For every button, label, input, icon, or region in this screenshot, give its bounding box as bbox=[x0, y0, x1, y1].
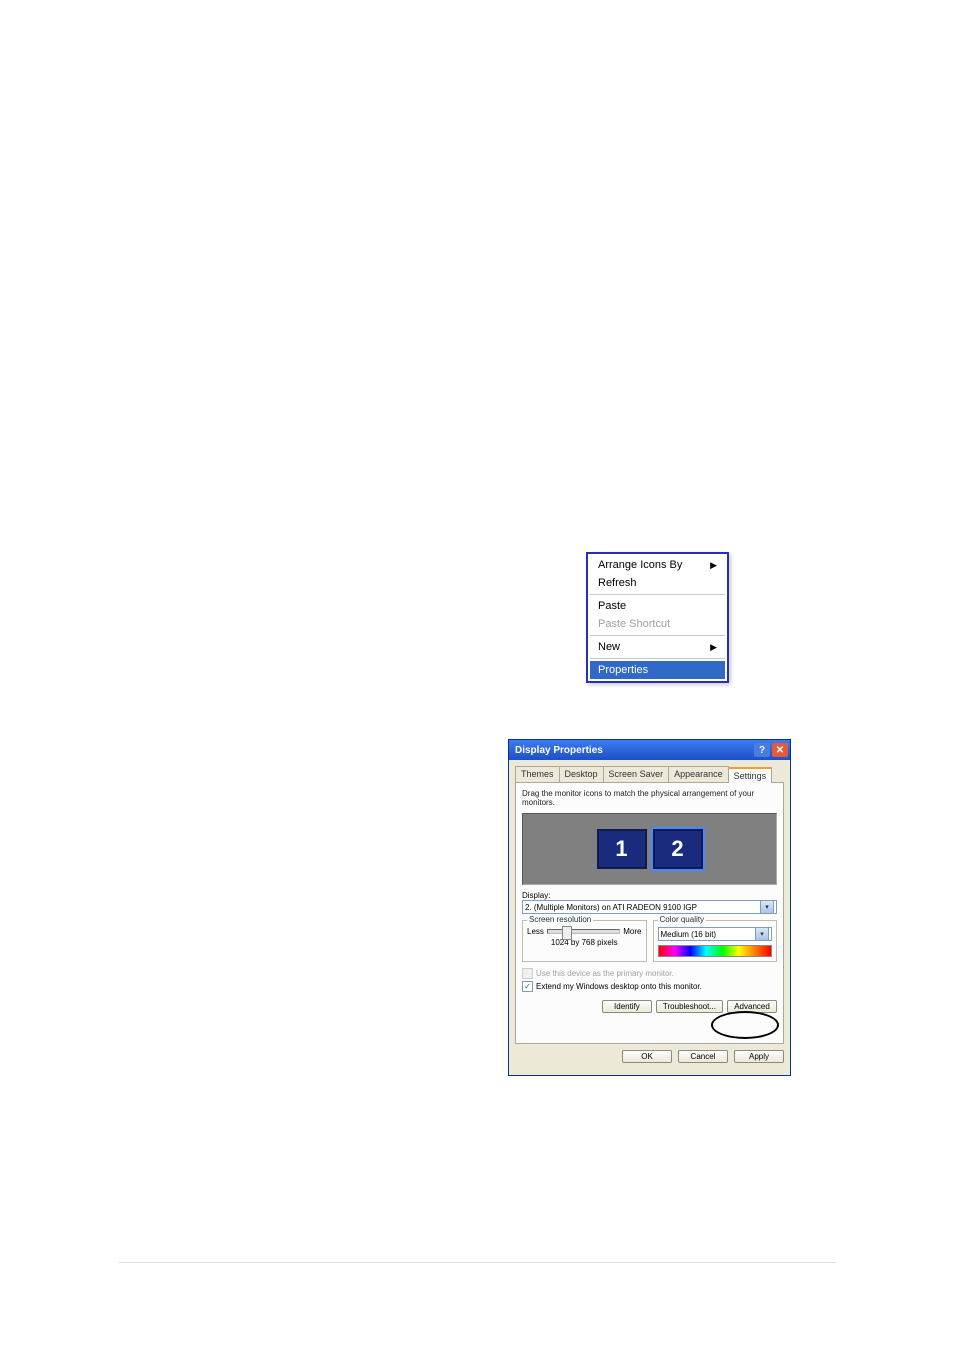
color-quality-group: Color quality Medium (16 bit) ▾ bbox=[653, 920, 778, 962]
menu-arrange-icons[interactable]: Arrange Icons By ▶ bbox=[590, 556, 725, 574]
titlebar-help-button[interactable]: ? bbox=[754, 743, 770, 757]
annotation-circle bbox=[711, 1011, 779, 1039]
slider-less-label: Less bbox=[527, 927, 544, 936]
checkbox-icon[interactable]: ✓ bbox=[522, 981, 533, 992]
menu-properties[interactable]: Properties bbox=[590, 661, 725, 679]
menu-paste[interactable]: Paste bbox=[590, 597, 725, 615]
tab-label: Screen Saver bbox=[609, 769, 664, 779]
checkbox-label: Extend my Windows desktop onto this moni… bbox=[536, 982, 702, 991]
resolution-value: 1024 by 768 pixels bbox=[527, 938, 642, 947]
chevron-down-icon: ▾ bbox=[755, 927, 769, 941]
tab-appearance[interactable]: Appearance bbox=[668, 766, 729, 782]
color-quality-select[interactable]: Medium (16 bit) ▾ bbox=[658, 927, 773, 941]
group-title: Screen resolution bbox=[527, 915, 593, 924]
tab-settings[interactable]: Settings bbox=[728, 767, 773, 783]
button-label: Apply bbox=[749, 1052, 769, 1061]
menu-new[interactable]: New ▶ bbox=[590, 638, 725, 656]
close-icon: ✕ bbox=[776, 745, 784, 756]
tab-desktop[interactable]: Desktop bbox=[559, 766, 604, 782]
menu-refresh[interactable]: Refresh bbox=[590, 574, 725, 592]
submenu-arrow-icon: ▶ bbox=[710, 560, 717, 571]
checkbox-icon bbox=[522, 968, 533, 979]
slider-track[interactable] bbox=[547, 929, 620, 934]
menu-item-label: Refresh bbox=[598, 577, 637, 589]
color-spectrum-bar bbox=[658, 945, 773, 957]
check-mark-icon: ✓ bbox=[524, 982, 531, 991]
chevron-down-icon: ▾ bbox=[760, 900, 774, 914]
tab-screen-saver[interactable]: Screen Saver bbox=[603, 766, 670, 782]
instruction-text: Drag the monitor icons to match the phys… bbox=[522, 789, 777, 807]
desktop-context-menu: Arrange Icons By ▶ Refresh Paste Paste S… bbox=[586, 552, 729, 683]
monitor-arrangement-area[interactable]: 1 2 bbox=[522, 813, 777, 885]
help-icon: ? bbox=[759, 745, 765, 756]
page-footer-divider bbox=[118, 1262, 836, 1263]
menu-separator bbox=[590, 594, 725, 595]
display-label: Display: bbox=[522, 891, 777, 900]
tab-label: Settings bbox=[734, 771, 767, 781]
display-properties-dialog: Display Properties ? ✕ Themes Desktop Sc… bbox=[508, 739, 791, 1076]
cancel-button[interactable]: Cancel bbox=[678, 1050, 728, 1063]
menu-item-label: Arrange Icons By bbox=[598, 559, 682, 571]
menu-item-label: New bbox=[598, 641, 620, 653]
tab-label: Desktop bbox=[565, 769, 598, 779]
monitor-1[interactable]: 1 bbox=[597, 829, 647, 869]
identify-button[interactable]: Identify bbox=[602, 1000, 652, 1013]
menu-separator bbox=[590, 658, 725, 659]
tab-label: Appearance bbox=[674, 769, 723, 779]
button-label: OK bbox=[641, 1052, 653, 1061]
titlebar-close-button[interactable]: ✕ bbox=[772, 743, 788, 757]
button-label: Cancel bbox=[691, 1052, 716, 1061]
slider-thumb[interactable] bbox=[562, 926, 572, 940]
menu-paste-shortcut: Paste Shortcut bbox=[590, 615, 725, 633]
submenu-arrow-icon: ▶ bbox=[710, 642, 717, 653]
settings-tab-panel: Drag the monitor icons to match the phys… bbox=[515, 782, 784, 1044]
group-title: Color quality bbox=[658, 915, 706, 924]
monitor-number: 1 bbox=[615, 836, 627, 862]
advanced-button[interactable]: Advanced bbox=[727, 1000, 777, 1013]
menu-item-label: Properties bbox=[598, 664, 648, 676]
troubleshoot-button[interactable]: Troubleshoot... bbox=[656, 1000, 723, 1013]
display-select[interactable]: 2. (Multiple Monitors) on ATI RADEON 910… bbox=[522, 900, 777, 914]
dialog-title: Display Properties bbox=[515, 745, 603, 756]
screen-resolution-group: Screen resolution Less More 1024 by 768 … bbox=[522, 920, 647, 962]
color-quality-value: Medium (16 bit) bbox=[661, 930, 717, 939]
menu-item-label: Paste bbox=[598, 600, 626, 612]
apply-button[interactable]: Apply bbox=[734, 1050, 784, 1063]
menu-item-label: Paste Shortcut bbox=[598, 618, 670, 630]
slider-more-label: More bbox=[623, 927, 641, 936]
menu-separator bbox=[590, 635, 725, 636]
dialog-titlebar[interactable]: Display Properties ? ✕ bbox=[509, 740, 790, 760]
tab-label: Themes bbox=[521, 769, 554, 779]
button-label: Advanced bbox=[734, 1002, 770, 1011]
monitor-number: 2 bbox=[671, 836, 683, 862]
primary-monitor-checkbox-row: Use this device as the primary monitor. bbox=[522, 968, 777, 979]
display-value: 2. (Multiple Monitors) on ATI RADEON 910… bbox=[525, 903, 697, 912]
monitor-2[interactable]: 2 bbox=[653, 829, 703, 869]
extend-desktop-checkbox-row[interactable]: ✓ Extend my Windows desktop onto this mo… bbox=[522, 981, 777, 992]
ok-button[interactable]: OK bbox=[622, 1050, 672, 1063]
button-label: Troubleshoot... bbox=[663, 1002, 716, 1011]
button-label: Identify bbox=[614, 1002, 640, 1011]
tab-strip: Themes Desktop Screen Saver Appearance S… bbox=[515, 766, 784, 782]
checkbox-label: Use this device as the primary monitor. bbox=[536, 969, 674, 978]
tab-themes[interactable]: Themes bbox=[515, 766, 560, 782]
resolution-slider[interactable]: Less More bbox=[527, 927, 642, 936]
